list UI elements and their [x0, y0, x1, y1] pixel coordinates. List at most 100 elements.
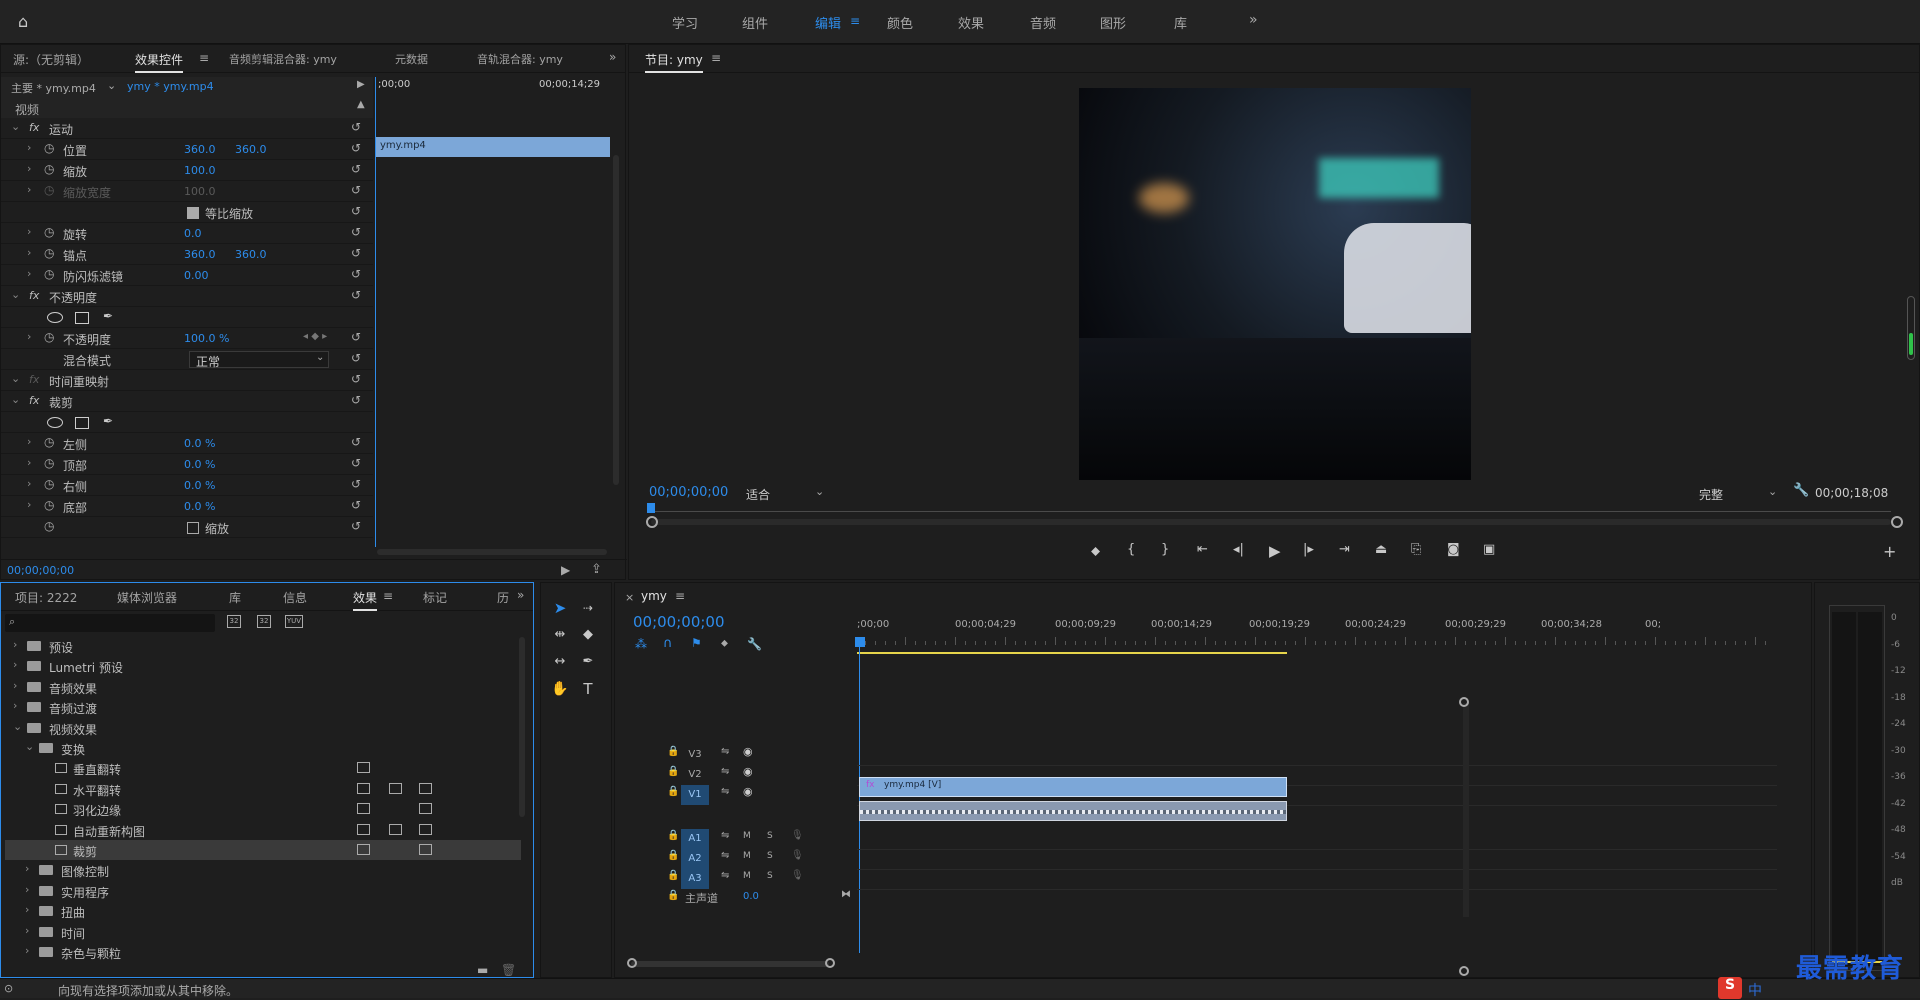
stopwatch-icon[interactable]: ◷ [44, 267, 54, 281]
workspace-tab[interactable]: 颜色 [887, 13, 913, 32]
effect-panel-tab[interactable]: 音轨混合器: ymy [477, 51, 563, 67]
rect-mask-icon[interactable] [75, 312, 89, 324]
program-timecode[interactable]: 00;00;00;00 [649, 485, 728, 500]
chevron-right-icon[interactable]: › [27, 246, 31, 259]
lock-icon[interactable]: 🔒 [667, 850, 679, 861]
reset-icon[interactable]: ↺ [351, 330, 361, 344]
effect-row[interactable]: › ◷ 位置 360.0 360.0 ↺ [1, 139, 373, 160]
effect-row[interactable]: › ◷ 右侧 0.0 % ↺ [1, 475, 373, 496]
eye-icon[interactable]: ◉ [743, 765, 753, 778]
property-value[interactable]: 360.0 [184, 143, 216, 156]
play-icon[interactable]: ▶ [1269, 542, 1281, 560]
effects-tree-item[interactable]: 水平翻转 [5, 779, 521, 799]
fx-icon[interactable]: fx [29, 289, 39, 302]
effect-mini-timeline[interactable]: ;00;00 00;00;14;29 ymy.mp4 [375, 77, 615, 157]
export-icon[interactable]: ⇪ [591, 562, 602, 577]
effect-row[interactable]: 混合模式 正常 ⌄ ↺ [1, 349, 373, 370]
scroll-up-icon[interactable]: ▲ [357, 99, 365, 110]
track-target-button[interactable]: V2 [681, 765, 709, 785]
solo-button[interactable]: S [767, 831, 773, 841]
property-value[interactable]: 100.0 [184, 164, 216, 177]
timeline-zoom-bar[interactable] [631, 961, 829, 967]
chevron-down-icon[interactable]: ⌄ [107, 79, 116, 92]
mute-button[interactable]: M [743, 871, 751, 881]
effects-panel-tab[interactable]: 标记 [423, 589, 447, 606]
effect-row[interactable]: › ◷ 顶部 0.0 % ↺ [1, 454, 373, 475]
effect-row[interactable]: › ◷ 防闪烁滤镜 0.00 ↺ [1, 265, 373, 286]
chevron-right-icon[interactable]: › [27, 183, 31, 196]
timeline-ruler[interactable]: ;00;00 00;00;04;29 00;00;09;29 00;00;14;29 0… [855, 619, 1775, 649]
sync-lock-icon[interactable]: ⇋ [721, 830, 729, 841]
chevron-right-icon[interactable]: › [27, 477, 31, 490]
eye-icon[interactable]: ◉ [743, 785, 753, 798]
solo-button[interactable]: S [767, 871, 773, 881]
workspace-tab[interactable]: 效果 [958, 13, 984, 32]
effects-tree-item[interactable]: › 时间 [5, 922, 521, 942]
sync-lock-icon[interactable]: ⇋ [721, 786, 729, 797]
effect-scrollbar[interactable] [613, 155, 619, 485]
selection-tool-icon[interactable]: ➤ [549, 597, 571, 619]
effects-panel-tab[interactable]: 库 [229, 589, 241, 606]
program-title[interactable]: 节目: ymy [645, 51, 703, 73]
sequence-tab[interactable]: ymy [641, 589, 667, 603]
property-value[interactable]: 0.0 % [184, 500, 215, 513]
mini-timeline-clip[interactable]: ymy.mp4 [376, 137, 610, 157]
mute-button[interactable]: M [743, 831, 751, 841]
workspace-tab[interactable]: 编辑 [815, 13, 841, 32]
reset-icon[interactable]: ↺ [351, 498, 361, 512]
zoom-handle-right[interactable] [1891, 516, 1903, 528]
audio-clip[interactable] [859, 801, 1287, 821]
chevron-right-icon[interactable]: › [25, 924, 29, 937]
lock-icon[interactable]: 🔒 [667, 830, 679, 841]
effect-row[interactable]: › ◷ 左侧 0.0 % ↺ [1, 433, 373, 454]
delete-icon[interactable]: 🗑 [501, 963, 516, 977]
razor-tool-icon[interactable]: ◆ [577, 624, 599, 646]
hand-tool-icon[interactable]: ✋ [549, 678, 571, 700]
lock-icon[interactable]: 🔒 [667, 890, 679, 901]
effect-row[interactable]: › ◷ 不透明度 100.0 % ↺ ◂ ◆ ▸ [1, 328, 373, 349]
keyframe-nav-icon[interactable]: ◂ ◆ ▸ [303, 331, 327, 342]
lock-icon[interactable]: 🔒 [667, 786, 679, 797]
effects-scrollbar[interactable] [519, 637, 525, 817]
property-value-2[interactable]: 360.0 [235, 143, 267, 156]
clip-selector[interactable]: 主要 * ymy.mp4 ⌄ ymy * ymy.mp4 ▶ [1, 77, 373, 97]
fx-icon[interactable]: fx [29, 394, 39, 407]
chevron-right-icon[interactable]: › [27, 162, 31, 175]
sync-lock-icon[interactable]: ⇋ [721, 850, 729, 861]
stopwatch-icon[interactable]: ◷ [44, 456, 54, 470]
effect-row[interactable]: ⌄ fx 裁剪 ↺ [1, 391, 373, 412]
zoom-handle-right[interactable] [825, 958, 835, 968]
side-scroll-thumb[interactable] [1909, 333, 1913, 355]
lock-icon[interactable]: 🔒 [667, 746, 679, 757]
reset-icon[interactable]: ↺ [351, 477, 361, 491]
panel-overflow-icon[interactable]: » [609, 50, 616, 64]
ime-language[interactable]: 中 [1748, 980, 1762, 1000]
stopwatch-icon[interactable]: ◷ [44, 162, 54, 176]
panel-overflow-icon[interactable]: » [517, 588, 524, 602]
stopwatch-icon[interactable]: ◷ [44, 519, 54, 533]
zoom-handle-left[interactable] [627, 958, 637, 968]
chevron-right-icon[interactable]: › [25, 903, 29, 916]
rect-mask-icon[interactable] [75, 417, 89, 429]
sync-lock-icon[interactable]: ⇋ [721, 766, 729, 777]
effects-tree-item[interactable]: 自动重新构图 [5, 820, 521, 840]
nest-icon[interactable]: ⁂ [635, 637, 647, 651]
add-marker-icon[interactable]: ⬥ [1091, 544, 1100, 559]
zoom-handle-left[interactable] [646, 516, 658, 528]
fx-icon[interactable]: fx [29, 373, 39, 386]
reset-icon[interactable]: ↺ [351, 351, 361, 365]
effect-row[interactable]: ⌄ fx 时间重映射 ↺ [1, 370, 373, 391]
chevron-right-icon[interactable]: › [13, 699, 17, 712]
checkbox[interactable] [187, 207, 199, 219]
chevron-right-icon[interactable]: › [27, 267, 31, 280]
track-select-tool-icon[interactable]: ⇢ [577, 597, 599, 619]
timeline-timecode[interactable]: 00;00;00;00 [633, 613, 725, 631]
mic-icon[interactable]: 🎙 [791, 850, 804, 861]
property-value[interactable]: 0.00 [184, 269, 209, 282]
effect-row[interactable]: 等比缩放 ↺ [1, 202, 373, 223]
work-area-bar[interactable] [857, 652, 1287, 654]
reset-icon[interactable]: ↺ [351, 204, 361, 218]
workspace-tab[interactable]: 音频 [1030, 13, 1056, 32]
reset-icon[interactable]: ↺ [351, 519, 361, 533]
master-track-value[interactable]: 0.0 [743, 891, 759, 902]
